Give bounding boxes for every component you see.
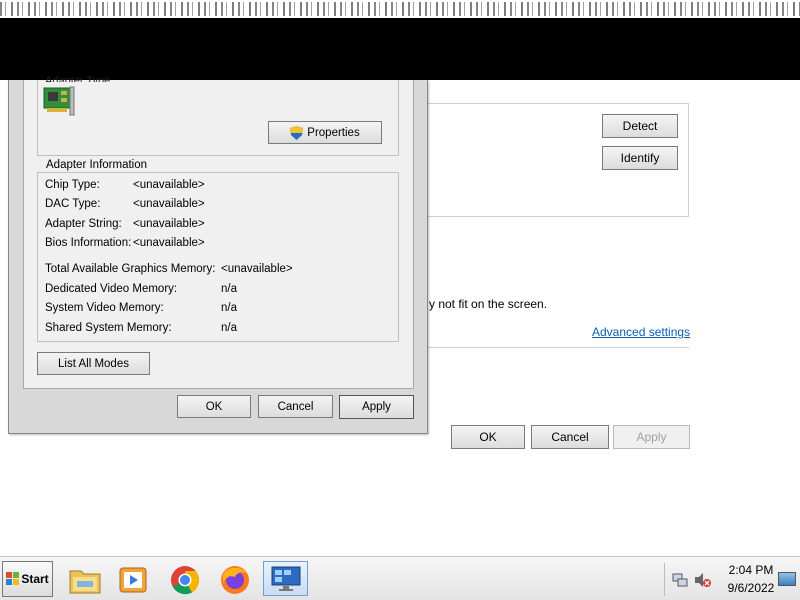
dedicated-video-memory-value: n/a: [221, 283, 237, 295]
adapter-string-value: <unavailable>: [133, 218, 205, 230]
dac-type-value: <unavailable>: [133, 198, 205, 210]
black-redaction-bar: [0, 18, 800, 80]
graphics-card-icon: [43, 86, 75, 116]
total-graphics-memory-label: Total Available Graphics Memory:: [45, 263, 216, 275]
windows-logo-icon: [6, 572, 20, 586]
chip-type-label: Chip Type:: [45, 179, 100, 191]
fit-warning-text: y not fit on the screen.: [429, 297, 548, 311]
taskbar: Start: [0, 556, 800, 600]
display-settings-icon[interactable]: [263, 561, 308, 596]
dac-type-label: DAC Type:: [45, 198, 101, 210]
list-all-modes-button[interactable]: List All Modes: [37, 352, 150, 375]
chrome-icon[interactable]: [167, 563, 203, 596]
chip-type-value: <unavailable>: [133, 179, 205, 191]
advanced-settings-link[interactable]: Advanced settings: [592, 325, 690, 339]
detect-button[interactable]: Detect: [602, 114, 678, 138]
total-graphics-memory-value: <unavailable>: [221, 263, 293, 275]
background-apply-button[interactable]: Apply: [613, 425, 690, 449]
shared-system-memory-value: n/a: [221, 322, 237, 334]
background-cancel-button[interactable]: Cancel: [531, 425, 609, 449]
system-video-memory-label: System Video Memory:: [45, 302, 164, 314]
shared-system-memory-label: Shared System Memory:: [45, 322, 172, 334]
start-button[interactable]: Start: [2, 561, 53, 597]
background-ok-button[interactable]: OK: [451, 425, 525, 449]
identify-button[interactable]: Identify: [602, 146, 678, 170]
glitch-artifact: [0, 2, 800, 16]
dialog-apply-button[interactable]: Apply: [339, 395, 414, 419]
divider: [428, 347, 689, 348]
start-label: Start: [21, 572, 49, 586]
show-desktop-icon[interactable]: [778, 572, 796, 586]
properties-button[interactable]: Properties: [268, 121, 382, 144]
volume-muted-icon[interactable]: [694, 572, 712, 591]
network-icon[interactable]: [672, 572, 688, 591]
system-tray: [664, 563, 720, 596]
dedicated-video-memory-label: Dedicated Video Memory:: [45, 283, 178, 295]
bios-information-label: Bios Information:: [45, 237, 132, 249]
adapter-type-group: [37, 80, 399, 156]
adapter-type-label: Adapter Type: [45, 75, 111, 82]
media-player-icon[interactable]: [116, 563, 152, 596]
clock-date[interactable]: 9/6/2022: [721, 581, 781, 595]
adapter-string-label: Adapter String:: [45, 218, 122, 230]
adapter-information-title: Adapter Information: [43, 159, 151, 171]
bios-information-value: <unavailable>: [133, 237, 205, 249]
firefox-icon[interactable]: [217, 563, 253, 596]
windows-explorer-icon[interactable]: [67, 563, 103, 596]
dialog-ok-button[interactable]: OK: [177, 395, 251, 418]
uac-shield-icon: [290, 125, 304, 140]
dialog-cancel-button[interactable]: Cancel: [258, 395, 333, 418]
corrupted-top-strip: [0, 0, 800, 18]
clock-time[interactable]: 2:04 PM: [726, 563, 776, 577]
system-video-memory-value: n/a: [221, 302, 237, 314]
properties-label: Properties: [307, 126, 360, 139]
